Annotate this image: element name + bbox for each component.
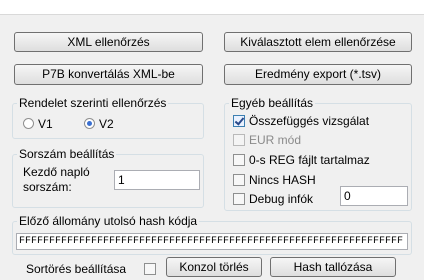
start-serial-input[interactable]: [114, 170, 200, 190]
previous-hash-input[interactable]: [16, 233, 408, 250]
checkbox-eur-mode-box: [233, 134, 245, 146]
console-clear-button[interactable]: Konzol törlés: [166, 257, 262, 277]
checkbox-consistency[interactable]: Összefüggés vizsgálat: [233, 114, 369, 128]
checkbox-zero-reg-box[interactable]: [233, 154, 245, 166]
start-serial-label-line2: sorszám:: [23, 180, 72, 194]
p7b-convert-button-label: P7B konvertálás XML-be: [42, 67, 175, 81]
checkbox-debug[interactable]: Debug infók: [233, 192, 313, 206]
checkbox-zero-reg-label: 0-s REG fájlt tartalmaz: [249, 153, 370, 167]
radio-v2-label: V2: [99, 117, 114, 131]
export-result-button[interactable]: Eredmény export (*.tsv): [224, 64, 412, 85]
debug-level-input[interactable]: [340, 186, 408, 206]
checkbox-no-hash[interactable]: Nincs HASH: [233, 173, 316, 187]
checkbox-zero-reg[interactable]: 0-s REG fájlt tartalmaz: [233, 153, 370, 167]
radio-v2[interactable]: V2: [84, 117, 114, 131]
window-top-edge: [0, 0, 424, 15]
checkbox-no-hash-box[interactable]: [233, 174, 245, 186]
line-break-checkbox[interactable]: [144, 263, 156, 275]
selected-element-check-button[interactable]: Kiválasztott elem ellenőrzése: [224, 32, 412, 52]
radio-v2-circle[interactable]: [84, 118, 95, 129]
serial-group-title: Sorszám beállítás: [19, 147, 115, 161]
console-clear-button-label: Konzol törlés: [179, 260, 249, 274]
hash-browse-button[interactable]: Hash tallózása: [270, 257, 396, 277]
previous-hash-group-title: Előző állomány utolsó hash kódja: [19, 214, 198, 228]
radio-v1[interactable]: V1: [23, 117, 53, 131]
radio-v1-circle[interactable]: [23, 118, 34, 129]
other-settings-group-title: Egyéb beállítás: [231, 96, 314, 110]
checkbox-eur-mode-label: EUR mód: [249, 133, 302, 147]
xml-check-button-label: XML ellenőrzés: [67, 35, 150, 49]
checkbox-debug-label: Debug infók: [249, 192, 314, 206]
checkbox-eur-mode: EUR mód: [233, 133, 301, 147]
checkbox-consistency-label: Összefüggés vizsgálat: [249, 114, 370, 128]
start-serial-label-line1: Kezdő napló: [23, 165, 90, 179]
radio-v1-label: V1: [38, 117, 53, 131]
selected-element-check-button-label: Kiválasztott elem ellenőrzése: [240, 35, 396, 49]
checkbox-no-hash-label: Nincs HASH: [249, 173, 316, 187]
p7b-convert-button[interactable]: P7B konvertálás XML-be: [14, 64, 203, 85]
export-result-button-label: Eredmény export (*.tsv): [254, 67, 382, 81]
line-break-setting-label: Sortörés beállítása: [26, 262, 127, 276]
checkbox-debug-box[interactable]: [233, 193, 245, 205]
hash-browse-button-label: Hash tallózása: [293, 260, 373, 274]
checkbox-consistency-box[interactable]: [233, 115, 245, 127]
xml-check-button[interactable]: XML ellenőrzés: [14, 32, 203, 52]
regulation-group-title: Rendelet szerinti ellenőrzés: [19, 96, 167, 110]
